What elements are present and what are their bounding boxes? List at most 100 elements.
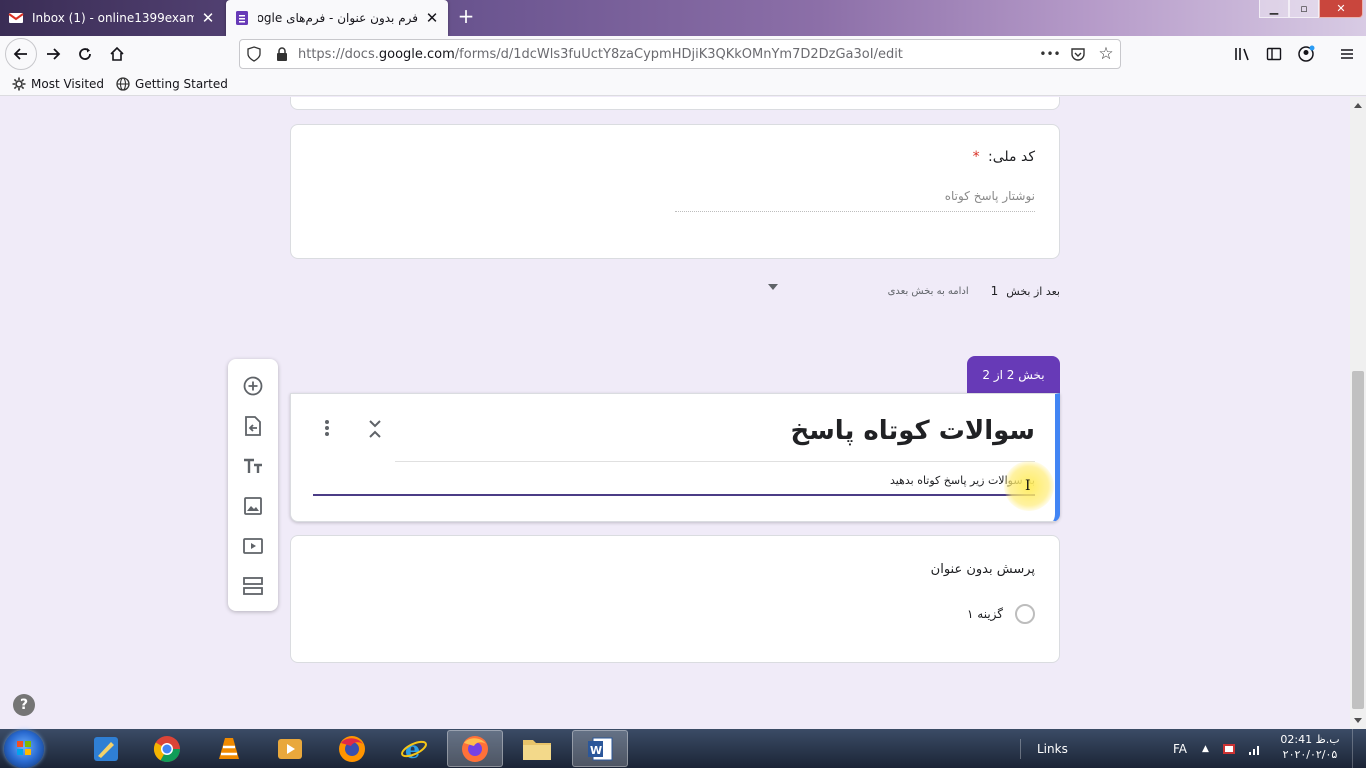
network-signal-icon[interactable]: [1248, 729, 1262, 768]
google-forms-editor: کد ملی: * نوشتار پاسخ کوتاه بعد از بخش 1…: [0, 97, 1350, 729]
page-actions-icon[interactable]: •••: [1039, 44, 1060, 64]
vlc-icon: [219, 737, 239, 759]
add-image-button[interactable]: [241, 494, 265, 518]
back-arrow-icon: [13, 48, 27, 60]
menu-button[interactable]: [1333, 40, 1361, 68]
add-title-button[interactable]: [241, 454, 265, 478]
sidebar-icon: [1266, 47, 1282, 61]
section-navigation-dropdown[interactable]: ادامه به بخش بعدی: [888, 286, 969, 297]
new-tab-button[interactable]: +: [455, 5, 477, 27]
home-button[interactable]: [103, 40, 131, 68]
taskbar-file-explorer[interactable]: [509, 730, 565, 767]
file-explorer-icon: [523, 739, 551, 760]
image-icon: [244, 497, 262, 515]
scroll-up-arrow-icon[interactable]: [1354, 103, 1362, 108]
tab-title: Inbox (1) - online1399exam@gm: [32, 11, 194, 25]
import-questions-button[interactable]: [241, 414, 265, 438]
back-button[interactable]: [5, 38, 37, 70]
taskbar-chrome[interactable]: [139, 730, 195, 767]
video-icon: [243, 538, 263, 554]
required-asterisk: *: [972, 149, 980, 165]
bookmark-star-icon[interactable]: ☆: [1096, 44, 1116, 64]
scrollbar-thumb[interactable]: [1352, 371, 1364, 709]
url-text[interactable]: https://docs.google.com/forms/d/1dcWls3f…: [298, 47, 903, 62]
clock-date: ۲۰۲۰/۰۲/۰۵: [1282, 748, 1338, 761]
after-section-number: 1: [990, 284, 999, 298]
option-row[interactable]: گزینه ۱: [967, 604, 1035, 624]
start-button[interactable]: [4, 730, 44, 768]
question-card-national-code[interactable]: کد ملی: * نوشتار پاسخ کوتاه: [290, 124, 1060, 259]
media-player-icon: [278, 738, 302, 759]
bookmarks-toolbar: Most Visited Getting Started: [0, 72, 1366, 96]
clock-time: 02:41 ب.ظ: [1280, 733, 1340, 746]
radio-button-icon[interactable]: [1015, 604, 1035, 624]
language-indicator[interactable]: FA: [1173, 729, 1187, 768]
after-section-navigation: بعد از بخش 1 ادامه به بخش بعدی: [760, 281, 1060, 301]
tab-title: فرم بدون عنوان - فرم‌های Google: [258, 11, 418, 25]
internet-explorer-icon: e: [401, 735, 427, 764]
forward-button[interactable]: [39, 40, 67, 68]
navigation-toolbar: https://docs.google.com/forms/d/1dcWls3f…: [0, 36, 1366, 72]
tab-google-forms[interactable]: فرم بدون عنوان - فرم‌های Google ✕: [226, 0, 448, 36]
bookmark-most-visited[interactable]: Most Visited: [12, 77, 104, 91]
taskbar-vlc[interactable]: [201, 730, 257, 767]
svg-text:W: W: [590, 744, 602, 757]
option-label[interactable]: گزینه ۱: [967, 607, 1003, 621]
question-toolbar: [228, 359, 278, 611]
tab-gmail[interactable]: Inbox (1) - online1399exam@gm ✕: [0, 2, 224, 34]
maximize-button[interactable]: ▫: [1289, 0, 1319, 18]
close-tab-icon[interactable]: ✕: [200, 9, 216, 27]
close-tab-icon[interactable]: ✕: [424, 9, 440, 27]
window-close-button[interactable]: ✕: [1319, 0, 1363, 18]
text-title-icon: [244, 458, 262, 473]
add-section-button[interactable]: [241, 574, 265, 598]
question-card-untitled[interactable]: پرسش بدون عنوان گزینه ۱: [290, 535, 1060, 663]
help-icon[interactable]: ?: [13, 694, 35, 716]
system-clock[interactable]: 02:41 ب.ظ ۲۰۲۰/۰۲/۰۵: [1276, 732, 1344, 762]
show-hidden-icons-icon[interactable]: ▲: [1202, 729, 1209, 768]
hamburger-menu-icon: [1341, 49, 1353, 59]
previous-question-card[interactable]: [290, 97, 1060, 110]
chrome-icon: [153, 735, 181, 762]
question-title[interactable]: پرسش بدون عنوان: [931, 562, 1035, 577]
taskbar-firefox-2[interactable]: [447, 730, 503, 767]
tracking-protection-icon[interactable]: [246, 46, 262, 62]
lock-icon[interactable]: [274, 46, 290, 62]
photoshop-icon: [94, 736, 118, 761]
add-question-button[interactable]: [241, 374, 265, 398]
minimize-button[interactable]: ▁: [1259, 0, 1289, 18]
pocket-icon[interactable]: [1068, 44, 1088, 64]
more-options-icon[interactable]: [319, 418, 335, 438]
scroll-down-arrow-icon[interactable]: [1354, 718, 1362, 723]
firefox-icon: [339, 735, 365, 762]
links-toolbar[interactable]: Links: [1020, 729, 1068, 768]
taskbar-media-player[interactable]: [262, 730, 318, 767]
reload-icon: [79, 48, 91, 60]
page-scrollbar[interactable]: [1350, 97, 1366, 729]
section-header-card[interactable]: سوالات کوتاه پاسخ به سوالات زیر پاسخ کوت…: [290, 393, 1060, 522]
taskbar-internet-explorer[interactable]: e: [386, 730, 442, 767]
bookmark-label: Getting Started: [135, 76, 228, 91]
taskbar-firefox-1[interactable]: [324, 730, 380, 767]
add-video-button[interactable]: [241, 534, 265, 558]
google-forms-icon: [236, 11, 248, 25]
short-answer-placeholder: نوشتار پاسخ کوتاه: [675, 189, 1035, 212]
url-prefix: https://docs.: [298, 47, 379, 62]
add-circle-icon: [243, 376, 263, 396]
sidebar-button[interactable]: [1260, 40, 1288, 68]
bookmark-getting-started[interactable]: Getting Started: [116, 77, 228, 91]
taskbar-word[interactable]: W: [572, 730, 628, 767]
question-label: کد ملی:: [988, 149, 1035, 165]
show-desktop-button[interactable]: [1352, 729, 1366, 768]
tray-app-icon[interactable]: [1222, 729, 1236, 768]
dropdown-arrow-icon[interactable]: [768, 284, 778, 290]
windows-logo-icon: [17, 741, 31, 755]
library-button[interactable]: [1229, 40, 1257, 68]
reload-button[interactable]: [71, 40, 99, 68]
address-bar[interactable]: https://docs.google.com/forms/d/1dcWls3f…: [239, 39, 1121, 69]
taskbar-photoshop[interactable]: [78, 730, 134, 767]
section-title[interactable]: سوالات کوتاه پاسخ: [791, 416, 1036, 446]
account-button[interactable]: [1292, 40, 1320, 68]
collapse-section-icon[interactable]: [367, 418, 383, 440]
description-focus-underline: [313, 494, 1035, 496]
